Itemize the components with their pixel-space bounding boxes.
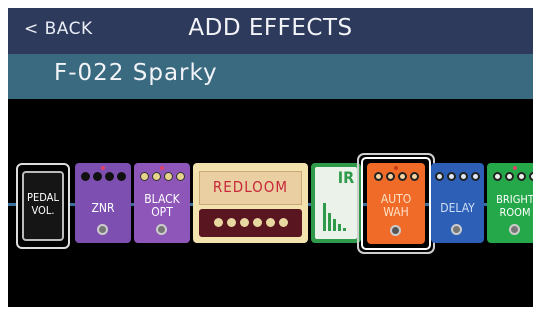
pedal-auto-wah-label: AUTO WAH [380, 192, 412, 219]
knobs [487, 172, 533, 181]
knobs [75, 172, 131, 181]
knobs [193, 218, 308, 227]
patch-name: F-022 Sparky [54, 60, 218, 86]
footswitch-icon [156, 224, 167, 235]
pedal-redloom-label: REDLOOM [212, 178, 289, 196]
device-screen: < BACK ADD EFFECTS F-022 Sparky PEDAL VO… [8, 8, 533, 307]
patch-bar: F-022 Sparky [8, 54, 533, 99]
header-bar: < BACK ADD EFFECTS [8, 8, 533, 54]
pedal-vol-label: PEDAL VOL. [27, 191, 59, 217]
pedal-bright-room-label: BRIGHT ROOM [496, 193, 533, 219]
pedal-black-opt[interactable]: BLACK OPT [134, 163, 190, 243]
led-icon [394, 166, 398, 170]
led-icon [101, 166, 105, 170]
footswitch-icon [97, 224, 108, 235]
pedal-bright-room[interactable]: BRIGHT ROOM [487, 163, 533, 243]
footswitch-icon [390, 225, 401, 236]
pedal-ir[interactable]: IR [311, 163, 361, 243]
led-icon [160, 166, 164, 170]
pedal-auto-wah[interactable]: AUTO WAH [367, 163, 425, 244]
led-icon [513, 166, 517, 170]
pedal-delay-label: DELAY [440, 201, 475, 215]
knobs [431, 172, 484, 181]
impulse-graph-icon [323, 203, 346, 231]
pedal-black-opt-label: BLACK OPT [144, 192, 180, 219]
knobs [367, 172, 425, 181]
pedal-vol[interactable]: PEDAL VOL. [16, 163, 70, 249]
knobs [134, 172, 190, 181]
page-title: ADD EFFECTS [188, 15, 353, 41]
footswitch-icon [509, 224, 520, 235]
pedal-znr-label: ZNR [91, 201, 115, 215]
pedal-delay[interactable]: DELAY [431, 163, 484, 243]
pedal-znr[interactable]: ZNR [75, 163, 131, 243]
footswitch-icon [451, 224, 462, 235]
pedal-redloom[interactable]: REDLOOM [193, 163, 308, 243]
